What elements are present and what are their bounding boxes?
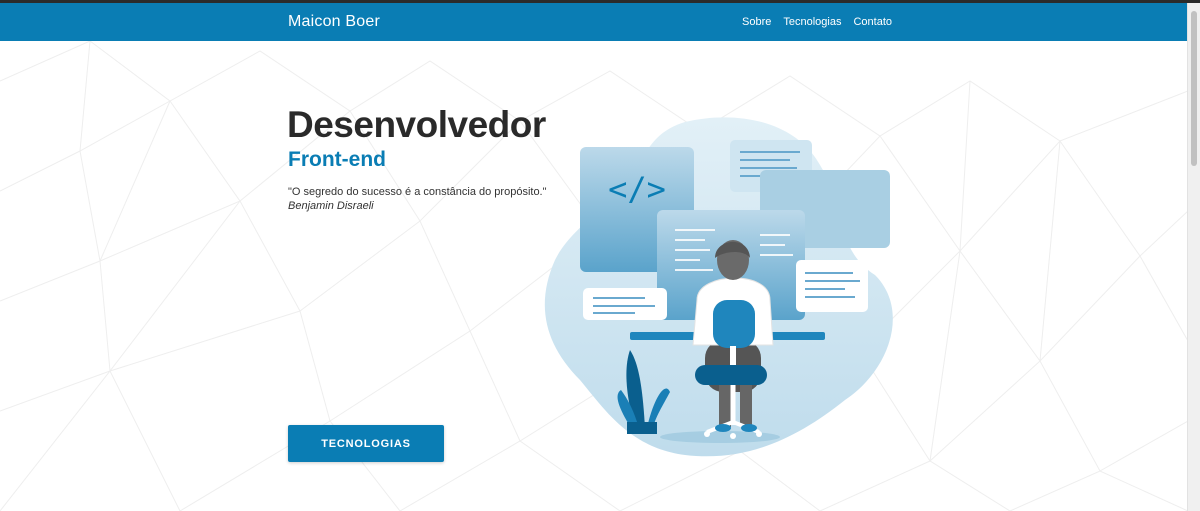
code-symbol-icon: </> <box>608 170 666 208</box>
tecnologias-button[interactable]: TECNOLOGIAS <box>288 425 444 462</box>
brand-logo[interactable]: Maicon Boer <box>288 13 380 31</box>
nav-link-sobre[interactable]: Sobre <box>742 16 771 28</box>
hero-title: Desenvolvedor <box>287 104 546 145</box>
developer-illustration: </> <box>544 117 893 457</box>
quote-author: Benjamin Disraeli <box>288 200 374 212</box>
page-scrollbar[interactable] <box>1187 3 1200 511</box>
scroll-thumb[interactable] <box>1191 11 1197 166</box>
nav-link-contato[interactable]: Contato <box>853 16 892 28</box>
hero-quote: "O segredo do sucesso é a constância do … <box>288 186 547 198</box>
hero-subtitle: Front-end <box>288 148 386 171</box>
navbar: Maicon Boer Sobre Tecnologias Contato <box>0 3 1188 41</box>
nav-link-tecnologias[interactable]: Tecnologias <box>783 16 841 28</box>
nav-links: Sobre Tecnologias Contato <box>742 16 892 28</box>
